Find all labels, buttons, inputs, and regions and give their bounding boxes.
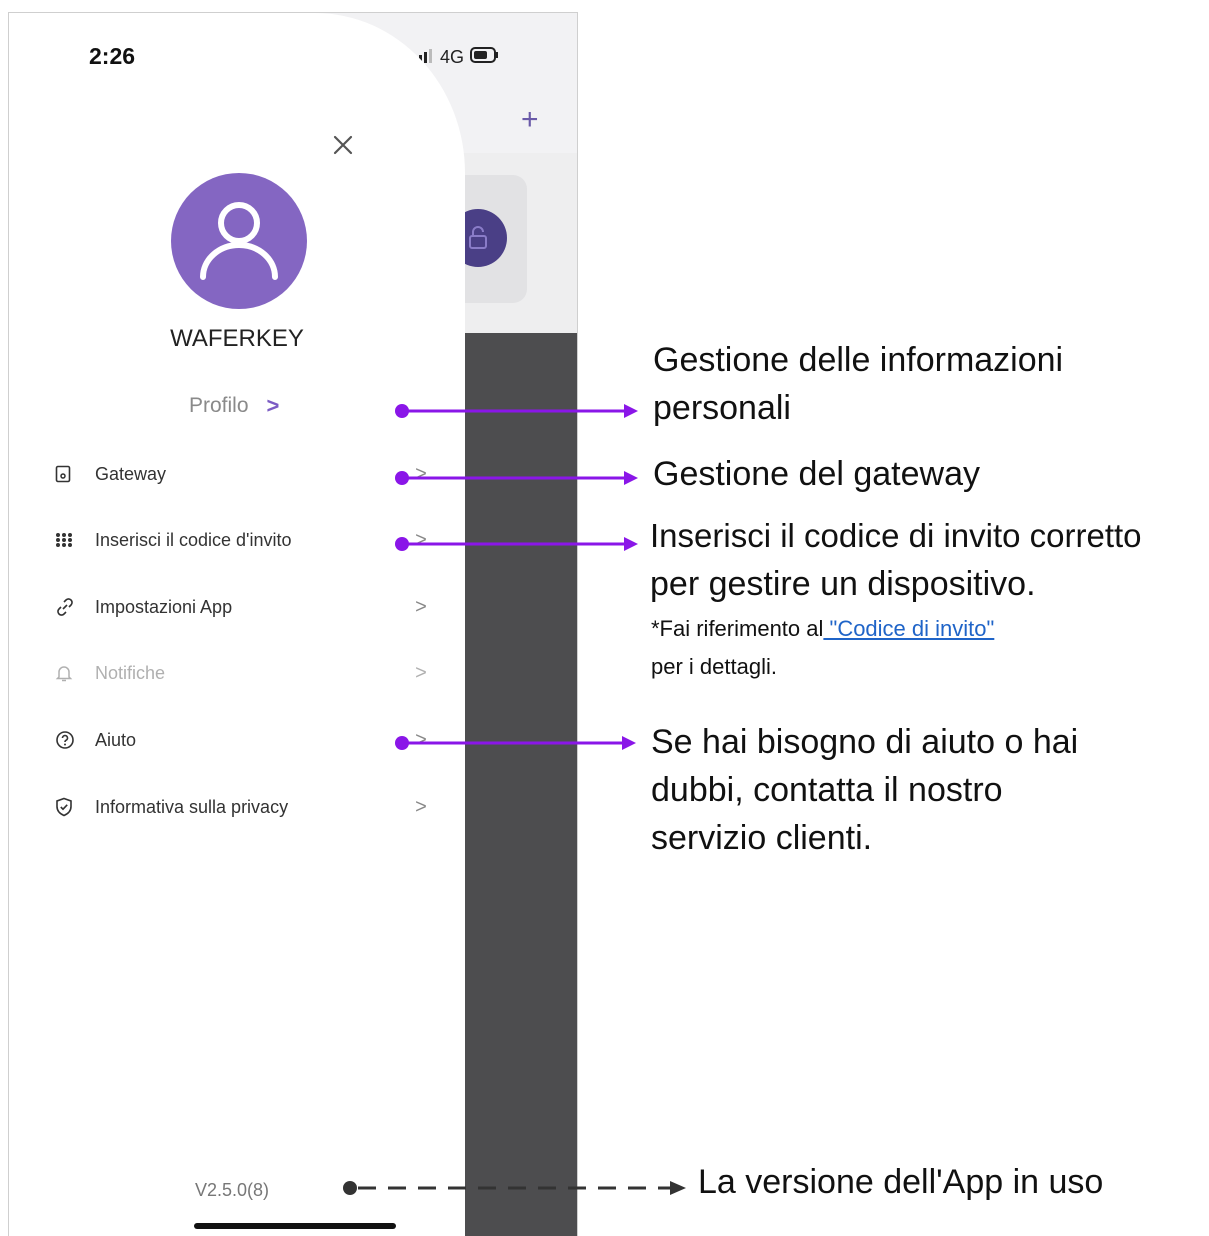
callout-arrows [343,404,686,1195]
annotation-gateway: Gestione del gateway [653,455,980,493]
arrow-gateway [395,471,638,485]
annotation-invite-note-suffix: per i dettagli. [651,654,777,679]
arrow-help [395,736,636,750]
arrow-version [343,1181,686,1195]
annotation-invite-note: *Fai riferimento al "Codice di invito" [651,616,995,641]
annotation-profile-line1: Gestione delle informazioni [653,341,1064,379]
annotation-invite-line1: Inserisci il codice di invito corretto [650,517,1142,554]
annotation-profile-line2: personali [653,389,791,427]
arrow-profile [395,404,638,418]
annotation-invite-line2: per gestire un dispositivo. [650,565,1036,603]
annotation-help-line3: servizio clienti. [651,819,873,857]
arrow-invite [395,537,638,551]
annotation-help-line2: dubbi, contatta il nostro [651,771,1003,809]
annotation-version: La versione dell'App in uso [698,1163,1104,1201]
invite-code-link[interactable]: "Codice di invito" [823,616,995,641]
annotation-help-line1: Se hai bisogno di aiuto o hai [651,723,1079,761]
